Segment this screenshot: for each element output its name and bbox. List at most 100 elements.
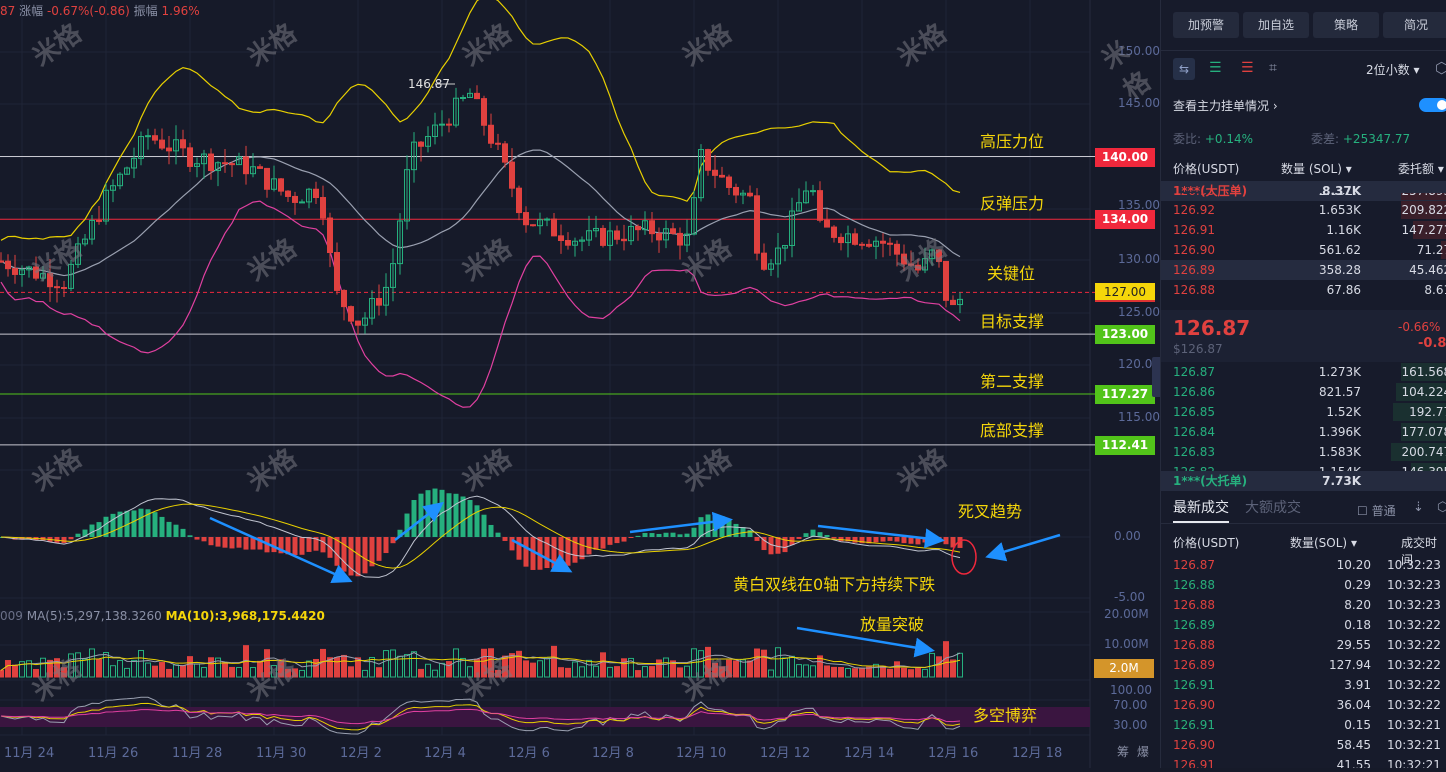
main-orders-toggle[interactable] <box>1419 98 1446 112</box>
date-tick: 11月 24 <box>4 746 55 761</box>
book-asks-icon[interactable]: ☰ <box>1241 60 1254 76</box>
candle <box>915 264 921 271</box>
volume-bar <box>838 666 844 678</box>
book-bids-icon[interactable]: ☰ <box>1209 60 1222 76</box>
macd-bar <box>68 537 74 540</box>
macd-bar <box>271 537 277 553</box>
add-alert-button[interactable]: 加预警 <box>1173 12 1239 38</box>
macd-bar <box>523 537 529 567</box>
add-watchlist-button[interactable]: 加自选 <box>1243 12 1309 38</box>
overview-button[interactable]: 简况 <box>1383 12 1446 38</box>
chip-button[interactable]: 筹 <box>1117 743 1129 760</box>
main-orders-link[interactable]: 查看主力挂单情况 › <box>1173 97 1278 114</box>
liquidation-button[interactable]: 爆 <box>1137 743 1149 760</box>
collapse-panel-handle[interactable] <box>1152 357 1160 397</box>
volume-bar <box>89 648 95 678</box>
candle <box>495 142 501 145</box>
candle <box>831 226 837 238</box>
candle <box>222 162 228 165</box>
bid-row[interactable]: 126.831.583K200.747K <box>1161 442 1446 462</box>
trade-row: 126.88 29.55 10:32:22 <box>1173 638 1441 652</box>
candle <box>264 167 270 190</box>
candle <box>285 190 291 197</box>
volume-bar <box>565 667 571 678</box>
candle <box>376 298 382 306</box>
macd-bar <box>138 508 144 537</box>
big-bid-row[interactable]: 1***(大托单)7.73K✕ <box>1161 471 1446 491</box>
last-price-usd: $126.87 <box>1173 342 1223 356</box>
settings-icon[interactable]: ⬡ <box>1435 59 1446 77</box>
ask-row[interactable]: 126.8867.868.61K <box>1161 280 1446 300</box>
col-qty[interactable]: 数量 (SOL) ▾ <box>1281 160 1352 177</box>
col-trade-qty[interactable]: 数量(SOL) ▾ <box>1290 534 1357 551</box>
ask-row[interactable]: 126.90561.6271.27K <box>1161 240 1446 260</box>
bid-row[interactable]: 126.841.396K177.078K <box>1161 422 1446 442</box>
macd-bar <box>187 535 193 537</box>
volume-bar <box>68 653 74 678</box>
volume-bar <box>75 652 81 678</box>
decimals-select[interactable]: 2位小数 ▾ <box>1366 61 1419 78</box>
macd-bar <box>635 535 641 537</box>
volume-bar <box>285 668 291 678</box>
volume-bar <box>264 649 270 678</box>
volume-bar <box>404 654 410 678</box>
macd-bar <box>614 537 620 544</box>
candle <box>145 135 151 138</box>
macd-annotation: 死叉趋势 <box>958 502 1023 521</box>
volume-bar <box>782 657 788 678</box>
candle <box>0 260 4 263</box>
volume-bar <box>719 666 725 678</box>
trade-row: 126.89 127.94 10:32:22 <box>1173 658 1441 672</box>
trades-settings-icon[interactable]: ⬡ <box>1437 500 1446 515</box>
macd-bar <box>656 533 662 537</box>
bid-row[interactable]: 126.821.154K146.395K <box>1161 462 1446 471</box>
volume-bar <box>390 649 396 678</box>
volume-bar <box>866 666 872 678</box>
col-amount[interactable]: 委托额 ▾ <box>1398 160 1444 177</box>
volume-bar <box>663 657 669 678</box>
bid-row[interactable]: 126.851.52K192.77K <box>1161 402 1446 422</box>
candle <box>166 147 172 152</box>
volume-bar <box>957 652 963 678</box>
rsi-band <box>0 707 1090 727</box>
macd-bar <box>411 500 417 537</box>
macd-bar <box>243 537 249 550</box>
trade-row: 126.90 58.45 10:32:21 <box>1173 738 1441 752</box>
book-both-icon[interactable]: ⇆ <box>1173 58 1195 80</box>
ask-row[interactable]: 126.921.653K209.822K <box>1161 200 1446 220</box>
volume-bar <box>208 657 214 678</box>
macd-bar <box>355 537 361 577</box>
normal-checkbox[interactable]: ☐ 普通 <box>1357 502 1396 519</box>
volume-bar <box>250 667 256 678</box>
bid-row[interactable]: 126.871.273K161.568K <box>1161 362 1446 382</box>
trade-row: 126.90 36.04 10:32:22 <box>1173 698 1441 712</box>
volume-bar <box>614 666 620 678</box>
trade-row: 126.91 0.15 10:32:21 <box>1173 718 1441 732</box>
tab-large-trades[interactable]: 大额成交 <box>1245 497 1301 517</box>
level-note: 第二支撑 <box>980 372 1045 391</box>
volume-bar <box>117 659 123 678</box>
sort-icon[interactable]: ⇣ <box>1413 500 1424 515</box>
volume-bar <box>467 666 473 678</box>
candle <box>320 197 326 219</box>
ask-row[interactable]: 126.89358.2845.462K <box>1161 260 1446 280</box>
candle <box>551 218 557 237</box>
macd-bar <box>691 527 697 537</box>
candle <box>859 243 865 246</box>
strategy-button[interactable]: 策略 <box>1313 12 1379 38</box>
macd-bar <box>649 533 655 537</box>
bid-row[interactable]: 126.86821.57104.224K <box>1161 382 1446 402</box>
candle <box>418 141 424 147</box>
tab-latest-trades[interactable]: 最新成交 <box>1173 497 1229 517</box>
volume-bar <box>236 667 242 678</box>
macd-bar <box>572 537 578 563</box>
bid-row[interactable]: 126.821.154K146.395K <box>1161 462 1446 471</box>
trade-row: 126.87 10.20 10:32:23 <box>1173 558 1441 572</box>
book-depth-icon[interactable]: ⌗ <box>1269 60 1277 76</box>
volume-bar <box>684 665 690 678</box>
ask-row[interactable]: 126.911.16K147.271K <box>1161 220 1446 240</box>
last-price-block: 126.87 $126.87 -0.66% -0.84 <box>1161 310 1446 362</box>
candle <box>635 225 641 231</box>
volume-bar <box>922 668 928 678</box>
chart-area[interactable]: 87 涨幅 -0.67%(-0.86) 振幅 1.96% 009 MA(5):5… <box>0 0 1369 768</box>
